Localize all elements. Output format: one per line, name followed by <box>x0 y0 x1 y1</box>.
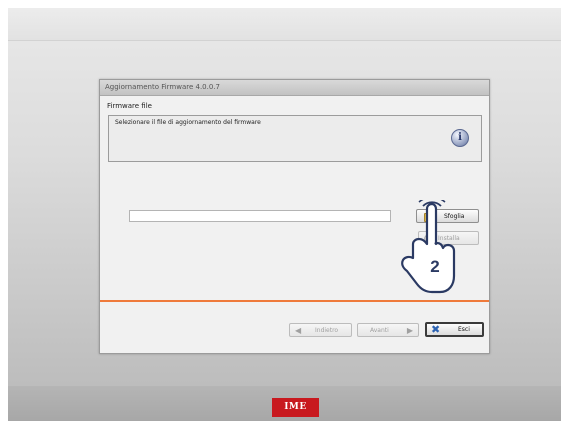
next-arrow-icon: ▶ <box>406 326 413 335</box>
exit-button[interactable]: ✖ Esci <box>425 322 484 337</box>
section-title: Firmware file <box>107 102 152 110</box>
step-number: 2 <box>430 257 439 276</box>
orange-separator <box>100 300 489 302</box>
next-button-label: Avanti <box>370 327 389 334</box>
close-icon: ✖ <box>431 323 441 336</box>
ime-logo: IME <box>272 398 319 417</box>
screen-background: Aggiornamento Firmware 4.0.0.7 Firmware … <box>8 8 561 421</box>
back-button[interactable]: ◀ Indietro <box>289 323 352 337</box>
info-icon: i <box>451 129 469 147</box>
info-text: Selezionare il file di aggiornamento del… <box>115 119 261 126</box>
pointer-hand-icon: 2 <box>401 200 456 294</box>
back-arrow-icon: ◀ <box>295 326 302 335</box>
top-band <box>8 8 561 41</box>
back-button-label: Indietro <box>315 327 339 334</box>
next-button[interactable]: Avanti ▶ <box>357 323 419 337</box>
dialog-titlebar: Aggiornamento Firmware 4.0.0.7 <box>100 80 489 96</box>
firmware-file-input[interactable] <box>129 210 391 222</box>
exit-button-label: Esci <box>458 326 470 333</box>
info-box: Selezionare il file di aggiornamento del… <box>108 115 482 162</box>
